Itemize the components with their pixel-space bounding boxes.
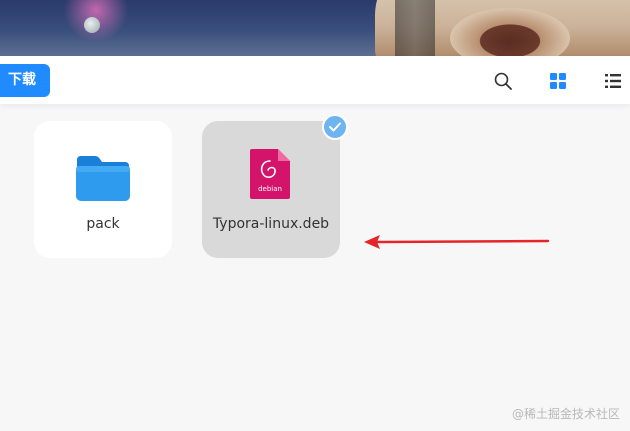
- download-folder-button[interactable]: 下载: [0, 64, 50, 97]
- file-item-deb[interactable]: debian Typora-linux.deb: [202, 121, 340, 258]
- file-name-label: Typora-linux.deb: [212, 216, 330, 232]
- toolbar: 下载: [0, 56, 630, 104]
- wallpaper-banner: [0, 0, 630, 56]
- red-arrow-annotation: [364, 235, 550, 249]
- search-icon[interactable]: [493, 71, 513, 91]
- grid-view-icon[interactable]: [548, 71, 568, 91]
- debian-package-icon: debian: [250, 149, 290, 199]
- debian-badge-text: debian: [258, 185, 282, 193]
- file-name-label: pack: [86, 216, 120, 232]
- watermark: @稀土掘金技术社区: [511, 407, 620, 421]
- file-manager-window: 下载 pack debian Typora-linux.deb @稀土掘金技术社…: [0, 0, 630, 431]
- file-item-folder[interactable]: pack: [34, 121, 172, 258]
- list-view-icon[interactable]: [603, 71, 623, 91]
- selected-check-icon: [322, 114, 348, 140]
- folder-icon: [76, 156, 130, 201]
